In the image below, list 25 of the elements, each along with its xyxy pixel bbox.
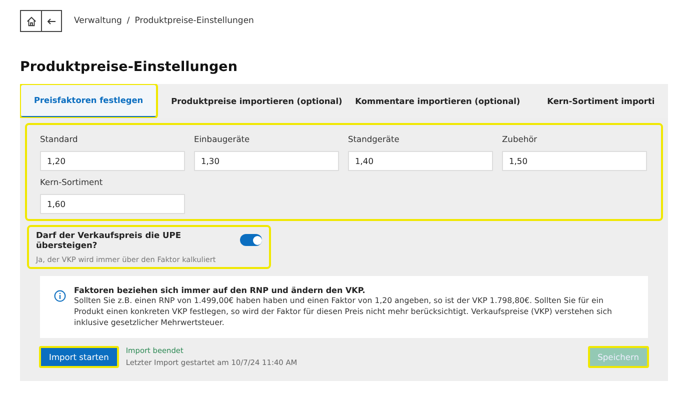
import-button[interactable]: Import starten xyxy=(40,346,118,366)
tab[interactable]: Kern-Sortiment importi xyxy=(533,84,668,118)
breadcrumb-separator: / xyxy=(126,16,130,26)
field-label: Zubehör xyxy=(502,134,538,144)
home-icon xyxy=(26,16,36,26)
field-label: Standgeräte xyxy=(348,134,400,144)
input-field[interactable]: 1,40 xyxy=(348,151,493,171)
tab[interactable]: Produktpreise importieren (optional) xyxy=(157,84,342,118)
page-title: Produktpreise-Einstellungen xyxy=(20,59,238,75)
toggle-switch[interactable] xyxy=(240,234,262,246)
tab[interactable]: Kommentare importieren (optional) xyxy=(341,84,534,118)
back-arrow-icon xyxy=(47,18,56,24)
toggle-label: Darf der Verkaufspreis die UPE übersteigen? xyxy=(36,230,182,250)
input-field[interactable]: 1,30 xyxy=(194,151,339,171)
input-field[interactable]: 1,50 xyxy=(502,151,647,171)
field-label: Kern-Sortiment xyxy=(40,177,104,187)
breadcrumb-link[interactable]: Verwaltung xyxy=(74,16,122,26)
breadcrumb-current: Produktpreise-Einstellungen xyxy=(134,16,254,26)
info-heading: Faktoren beziehen sich immer auf den RNP und ändern den VKP. xyxy=(74,286,366,295)
info-icon xyxy=(54,290,66,302)
field-label: Standard xyxy=(40,134,79,144)
input-field[interactable]: 1,60 xyxy=(40,194,185,214)
input-field[interactable]: 1,20 xyxy=(40,151,185,171)
tab[interactable]: Preisfaktoren festlegen xyxy=(20,84,158,118)
field-label: Einbaugeräte xyxy=(194,134,251,144)
